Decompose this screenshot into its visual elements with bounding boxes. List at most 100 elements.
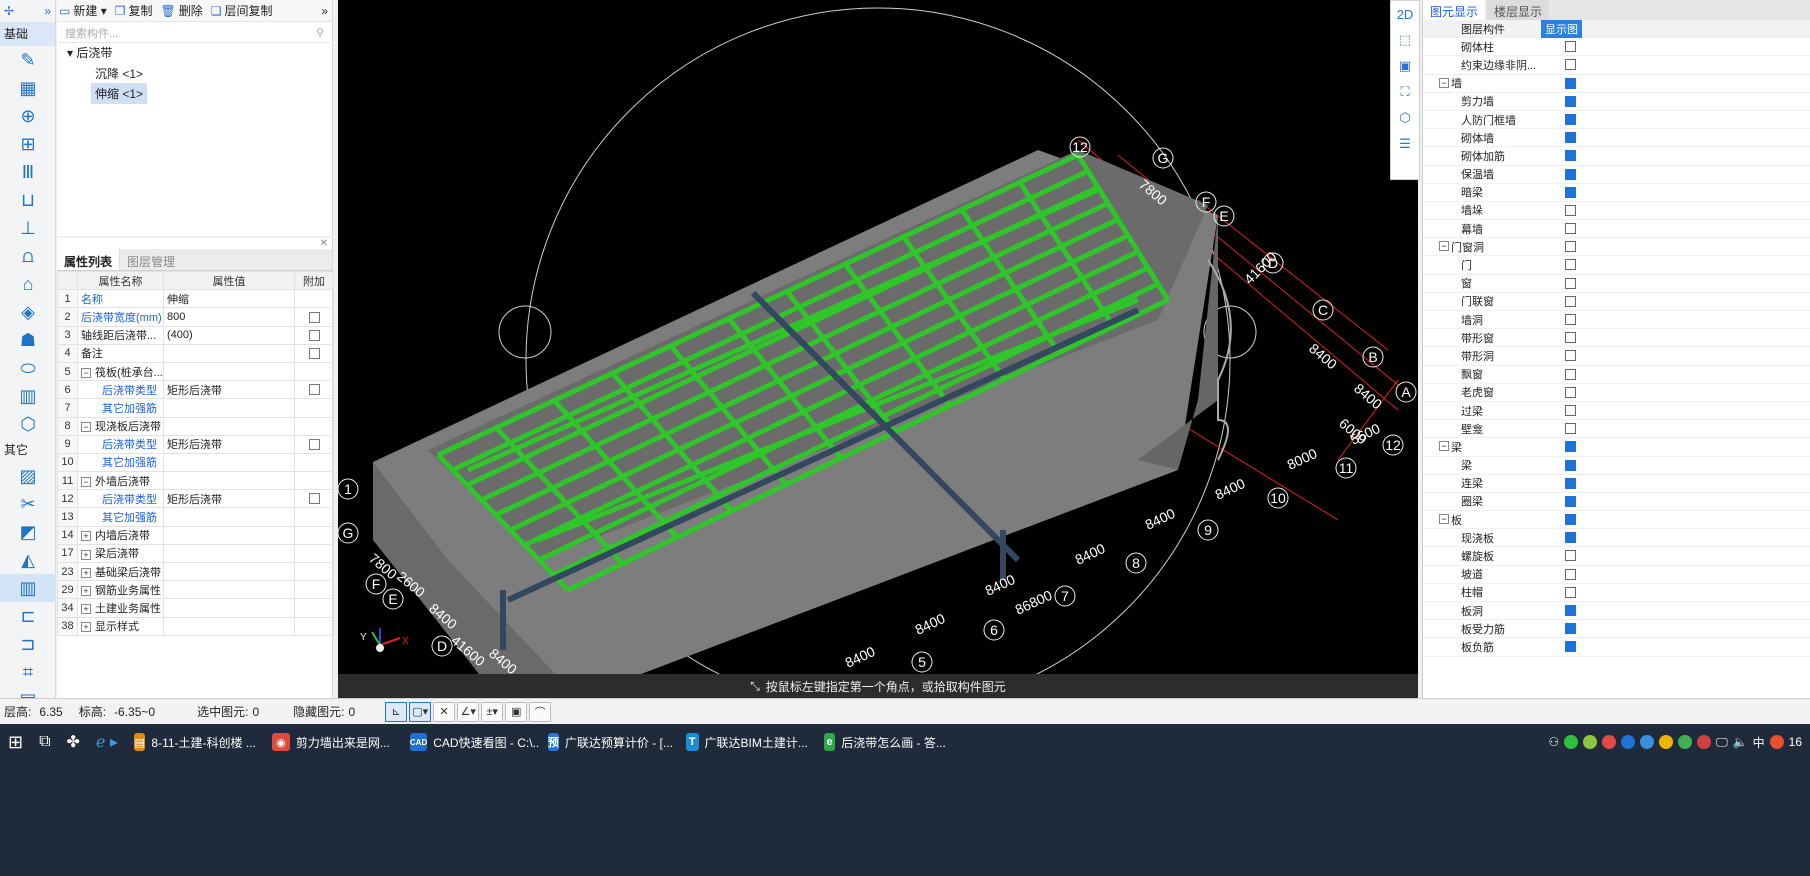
taskbar-app[interactable]: e 后浇带怎么画 - 答... [816, 724, 954, 760]
arc-icon[interactable]: ⌒ [529, 701, 552, 722]
wall-icon[interactable]: ⊏ [0, 602, 56, 630]
tray-cloud-icon[interactable] [1640, 735, 1655, 749]
layer-row[interactable]: 暗梁 [1423, 184, 1810, 202]
prop-value[interactable]: 矩形后浇带 [163, 380, 295, 400]
layer-visible-checkbox[interactable] [1565, 186, 1576, 198]
prop-value[interactable] [163, 471, 295, 491]
prop-value[interactable] [163, 361, 295, 382]
collapse-icon[interactable]: − [81, 367, 91, 378]
layer-row[interactable]: 板负筋 [1423, 638, 1810, 657]
layer-row[interactable]: 梁 [1423, 457, 1810, 475]
prop-value[interactable] [163, 616, 295, 636]
layer-row[interactable]: 幕墙 [1423, 220, 1810, 239]
taskbar-app[interactable]: T 广联达BIM土建计... [678, 724, 816, 760]
layer-row[interactable]: 现浇板 [1423, 529, 1810, 548]
prop-value[interactable] [163, 525, 295, 545]
tree-item-expansion[interactable]: 伸缩 <1> [91, 83, 148, 104]
post-pour-strip-icon[interactable]: ▥ [0, 574, 56, 602]
iso-view-icon[interactable]: ▣ [1391, 53, 1419, 79]
collapse-icon[interactable]: − [1439, 77, 1449, 88]
prop-row[interactable]: 29 + 钢筋业务属性 [57, 580, 334, 600]
layer-row[interactable]: 门联窗 [1423, 293, 1810, 311]
attach-checkbox[interactable] [308, 438, 320, 450]
prop-row[interactable]: 6 后浇带类型 矩形后浇带 [57, 380, 334, 400]
layer-visible-checkbox[interactable] [1565, 223, 1576, 235]
task-view-icon[interactable]: ⧉ [31, 724, 58, 760]
slab-icon[interactable]: ◩ [0, 518, 56, 546]
layer-visible-checkbox[interactable] [1565, 404, 1576, 416]
expand-icon[interactable]: + [81, 531, 91, 542]
volume-icon[interactable]: 🔈 [1733, 735, 1748, 749]
layer-visible-checkbox[interactable] [1565, 441, 1576, 453]
trench-icon[interactable]: ⊔ [0, 186, 56, 214]
layer-visible-checkbox[interactable] [1565, 241, 1576, 253]
layer-row[interactable]: 带形洞 [1423, 347, 1810, 366]
prop-row[interactable]: 1 名称 伸缩 [57, 289, 334, 309]
layer-visible-checkbox[interactable] [1565, 168, 1576, 180]
prop-row[interactable]: 14 + 内墙后浇带 [57, 525, 334, 545]
tab-layer-manage[interactable]: 图层管理 [120, 249, 182, 270]
layer-visible-checkbox[interactable] [1565, 423, 1576, 435]
wechat-icon[interactable] [1564, 735, 1579, 749]
prop-value[interactable] [163, 580, 295, 600]
expand-icon[interactable]: + [81, 622, 91, 633]
layer-visible-checkbox[interactable] [1565, 605, 1576, 616]
stair-foundation-icon[interactable]: ⌂ [0, 270, 56, 298]
tab-properties[interactable]: 属性列表 [57, 249, 121, 270]
prop-value[interactable]: 800 [163, 307, 295, 327]
layer-row[interactable]: 板洞 [1423, 602, 1810, 621]
layer-row[interactable]: − 墙 [1423, 75, 1810, 93]
layer-visible-checkbox[interactable] [1565, 259, 1576, 271]
dynamic-observe-icon[interactable]: ⬡ [1391, 105, 1419, 131]
taskbar-app[interactable]: ◉ 剪力墙出来是网... [264, 724, 402, 760]
close-icon[interactable]: ✕ [57, 238, 332, 249]
tray-yellow-icon[interactable] [1659, 735, 1674, 749]
prop-value[interactable] [163, 398, 295, 418]
more-icon[interactable]: » [321, 4, 328, 18]
layer-visible-checkbox[interactable] [1565, 641, 1576, 653]
prop-row[interactable]: 38 + 显示样式 [57, 616, 334, 636]
layer-row[interactable]: 过梁 [1423, 402, 1810, 421]
display-settings-icon[interactable]: ☰ [1391, 131, 1419, 157]
layer-row[interactable]: 飘窗 [1423, 366, 1810, 384]
layer-row[interactable]: 坡道 [1423, 566, 1810, 584]
angle-icon[interactable]: ∠▾ [457, 701, 480, 722]
layer-visible-checkbox[interactable] [1565, 95, 1576, 107]
layer-visible-checkbox[interactable] [1565, 586, 1576, 598]
prop-row[interactable]: 5− 筏板(桩承台... [57, 361, 334, 382]
ime-s-icon[interactable] [1769, 735, 1784, 749]
model-canvas[interactable]: 12GFEDCBA121110987651GFED 78004160084008… [338, 0, 1418, 698]
collapse-icon[interactable]: − [1439, 441, 1449, 452]
prop-value[interactable]: 伸缩 [163, 289, 295, 309]
copy-button[interactable]: ❐ 复制 [115, 2, 153, 19]
zoom-extent-icon[interactable]: ⛶ [1391, 79, 1419, 105]
prop-row[interactable]: 2 后浇带宽度(mm) 800 [57, 307, 334, 327]
layer-row[interactable]: 砌体柱 [1423, 38, 1810, 57]
prop-row[interactable]: 11− 外墙后浇带 [57, 471, 334, 491]
layer-row[interactable]: 砌体墙 [1423, 129, 1810, 148]
copy-view-icon[interactable]: ▣ [505, 701, 528, 722]
taskbar-app[interactable]: CAD CAD快速看图 - C:\... [402, 724, 540, 760]
tab-element-display[interactable]: 图元显示 [1423, 0, 1486, 20]
floor-copy-button[interactable]: ❏ 层间复制 [211, 2, 273, 19]
prop-row[interactable]: 4 备注 [57, 343, 334, 363]
layer-visible-checkbox[interactable] [1565, 514, 1576, 526]
user-icon[interactable]: ⚇ [1548, 735, 1559, 749]
ortho-icon[interactable]: ⊾ [385, 701, 408, 722]
collapse-icon[interactable]: − [81, 422, 91, 433]
layer-row[interactable]: 剪力墙 [1423, 93, 1810, 111]
prop-value[interactable] [163, 598, 295, 618]
prop-row[interactable]: 12 后浇带类型 矩形后浇带 [57, 489, 334, 509]
foundation-icon[interactable]: ⊥ [0, 214, 56, 242]
attach-checkbox[interactable] [308, 311, 320, 323]
layer-visible-checkbox[interactable] [1565, 568, 1576, 580]
grid-icon[interactable]: ▦ [0, 74, 56, 102]
ime-label[interactable]: 中 [1753, 734, 1765, 751]
ie-icon[interactable]: ℯ ▸ [88, 724, 126, 760]
layer-row[interactable]: 老虎窗 [1423, 384, 1810, 402]
layer-visible-checkbox[interactable] [1565, 277, 1576, 289]
frame-icon[interactable]: ⊐ [0, 630, 56, 658]
tray-app-icon[interactable] [1583, 735, 1598, 749]
group-foundation[interactable]: 基础 [0, 22, 55, 46]
tree-item-settlement[interactable]: 沉降 <1> [95, 65, 143, 82]
